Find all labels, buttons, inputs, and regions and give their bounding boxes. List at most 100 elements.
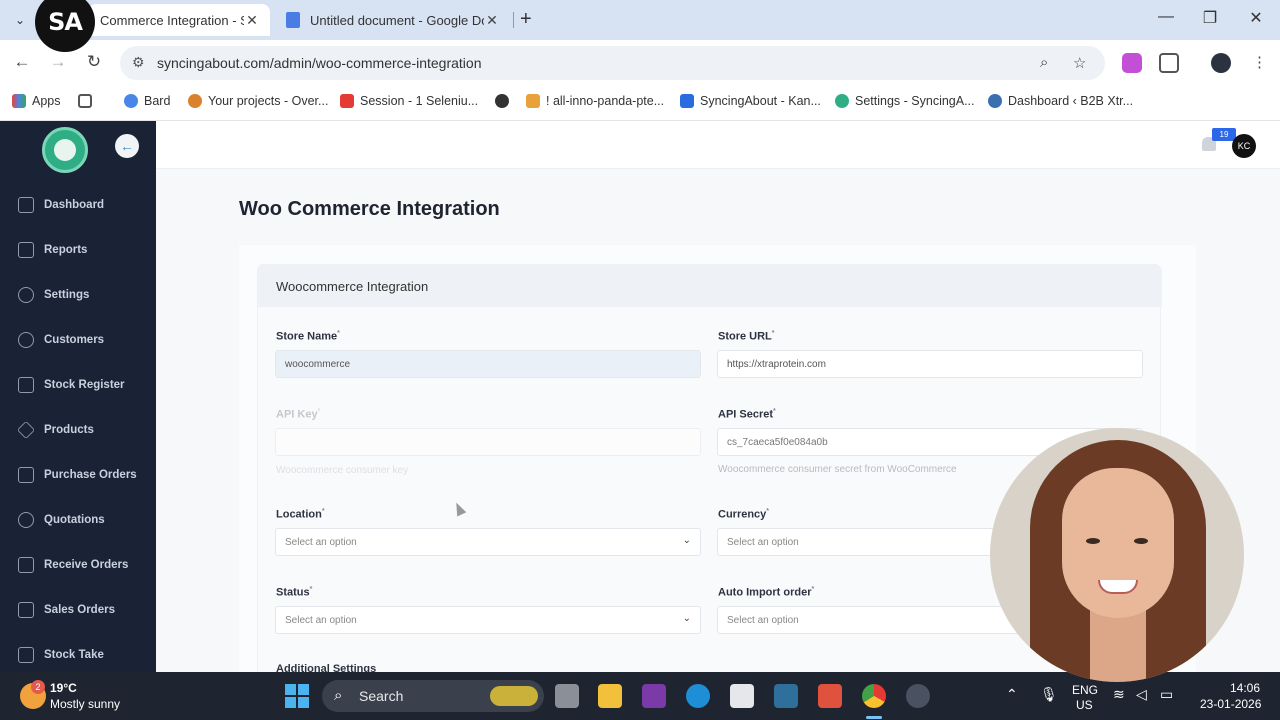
snipping-tool-icon[interactable]: [818, 684, 842, 708]
users-icon: [18, 332, 34, 348]
task-view-icon[interactable]: [555, 684, 579, 708]
sidebar-item-customers[interactable]: Customers: [18, 328, 104, 352]
cube-icon: [16, 420, 36, 440]
battery-icon[interactable]: ▭: [1160, 686, 1173, 703]
bookmark-globe[interactable]: [495, 94, 515, 108]
project-icon: [188, 94, 202, 108]
close-icon[interactable]: ✕: [484, 12, 500, 29]
youtube-icon: [340, 94, 354, 108]
bookmark-your-projects[interactable]: Your projects - Over...: [188, 94, 328, 108]
minimize-button[interactable]: —: [1156, 8, 1176, 26]
api-key-label: API Key*: [276, 408, 321, 421]
apps-grid-icon: [12, 94, 26, 108]
presenter-smile: [1098, 580, 1138, 594]
site-info-icon[interactable]: ⚙: [132, 54, 145, 71]
sidebar-item-receive-orders[interactable]: Receive Orders: [18, 553, 128, 577]
wordpress-icon: [988, 94, 1002, 108]
region-indicator[interactable]: US: [1076, 698, 1093, 712]
register-icon: [18, 377, 34, 393]
language-indicator[interactable]: ENG: [1072, 683, 1098, 697]
chevron-down-icon: ⌄: [682, 535, 691, 546]
sidebar-item-reports[interactable]: Reports: [18, 238, 87, 262]
webcam-overlay: [990, 428, 1244, 682]
presenter-face: [1062, 468, 1174, 618]
tab-title: Commerce Integration - S: [100, 12, 244, 28]
status-label: Status*: [276, 586, 313, 599]
location-label: Location*: [276, 508, 325, 521]
bookmark-dashboard[interactable]: Dashboard ‹ B2B Xtr...: [988, 94, 1133, 108]
address-bar[interactable]: ⚙ syncingabout.com/admin/woo-commerce-in…: [120, 46, 1105, 80]
bookmarks-bar: Apps Bard Your projects - Over... Sessio…: [0, 86, 1280, 121]
sidebar-item-settings[interactable]: Settings: [18, 283, 89, 307]
close-icon[interactable]: ✕: [244, 12, 260, 29]
volume-icon[interactable]: ◁: [1136, 686, 1147, 703]
shopping-bag-icon: [18, 467, 34, 483]
taskbar-search[interactable]: ⌕ Search: [322, 680, 544, 712]
api-key-input[interactable]: [275, 428, 701, 456]
store-url-label: Store URL*: [718, 330, 775, 343]
reload-button[interactable]: ↻: [83, 52, 105, 72]
sidebar-item-sales-orders[interactable]: Sales Orders: [18, 598, 115, 622]
obs-icon[interactable]: [906, 684, 930, 708]
bookmark-grid[interactable]: [78, 94, 98, 108]
temperature: 19°C: [50, 681, 77, 695]
user-avatar[interactable]: KC: [1232, 134, 1256, 158]
edge-icon[interactable]: [686, 684, 710, 708]
bookmark-settings[interactable]: Settings - SyncingA...: [835, 94, 975, 108]
extension-icon[interactable]: [1122, 53, 1142, 73]
onenote-icon[interactable]: [642, 684, 666, 708]
presenter-eye: [1086, 538, 1100, 544]
clock-time[interactable]: 14:06: [1230, 681, 1260, 695]
tab-divider: [513, 12, 514, 28]
sidebar-item-stock-register[interactable]: Stock Register: [18, 373, 125, 397]
bookmark-apps[interactable]: Apps: [12, 94, 61, 108]
store-name-input[interactable]: woocommerce: [275, 350, 701, 378]
store-icon[interactable]: [730, 684, 754, 708]
api-key-hint: Woocommerce consumer key: [276, 465, 409, 476]
bookmark-syncingabout-kanban[interactable]: SyncingAbout - Kan...: [680, 94, 821, 108]
extensions-puzzle-icon[interactable]: [1159, 53, 1179, 73]
sidebar-item-products[interactable]: Products: [16, 418, 94, 442]
chrome-icon[interactable]: [862, 684, 886, 708]
windows-start-icon[interactable]: [285, 684, 309, 708]
wifi-icon[interactable]: ≋: [1113, 686, 1125, 703]
sidebar-item-purchase-orders[interactable]: Purchase Orders: [18, 463, 137, 487]
notification-badge: 19: [1212, 128, 1236, 141]
grid-icon: [78, 94, 92, 108]
app-icon[interactable]: [774, 684, 798, 708]
sidebar-item-stock-take[interactable]: Stock Take: [18, 643, 104, 667]
presenter-eye: [1134, 538, 1148, 544]
location-select[interactable]: Select an option ⌄: [275, 528, 701, 556]
search-icon: ⌕: [334, 687, 343, 704]
sales-icon: [18, 602, 34, 618]
restore-button[interactable]: ❐: [1200, 8, 1220, 28]
tab-woo-commerce-integration[interactable]: Commerce Integration - S ✕: [88, 4, 270, 36]
bookmark-star-icon[interactable]: ☆: [1073, 54, 1086, 72]
zoom-icon[interactable]: ⌕: [1040, 54, 1048, 71]
status-select[interactable]: Select an option ⌄: [275, 606, 701, 634]
browser-menu-icon[interactable]: ⋮: [1252, 53, 1267, 71]
forward-button[interactable]: →: [47, 52, 69, 72]
window-close-button[interactable]: ✕: [1246, 8, 1266, 28]
tab-search-button[interactable]: ⌄: [10, 10, 30, 30]
collapse-sidebar-button[interactable]: ←: [115, 134, 139, 158]
bookmark-slack[interactable]: ! all-inno-panda-pte...: [526, 94, 664, 108]
sidebar-item-quotations[interactable]: Quotations: [18, 508, 105, 532]
back-button[interactable]: ←: [11, 52, 33, 72]
chevron-up-icon[interactable]: ⌃: [1006, 686, 1018, 703]
new-tab-button[interactable]: +: [520, 8, 532, 31]
tab-untitled-document[interactable]: Untitled document - Google Do ✕: [276, 4, 510, 36]
profile-avatar[interactable]: [1211, 53, 1231, 73]
file-explorer-icon[interactable]: [598, 684, 622, 708]
clock-date[interactable]: 23-01-2026: [1200, 697, 1261, 711]
bookmark-bard[interactable]: Bard: [124, 94, 170, 108]
app-logo[interactable]: [42, 127, 88, 173]
microphone-icon[interactable]: 🎙: [1040, 686, 1058, 703]
store-url-input[interactable]: https://xtraprotein.com: [717, 350, 1143, 378]
app-header: 19 KC: [156, 121, 1280, 169]
sidebar-item-dashboard[interactable]: Dashboard: [18, 193, 104, 217]
sidebar: ← Dashboard Reports Settings Customers S…: [0, 121, 156, 673]
url-text[interactable]: syncingabout.com/admin/woo-commerce-inte…: [157, 55, 481, 71]
bookmark-session[interactable]: Session - 1 Seleniu...: [340, 94, 478, 108]
weather-description: Mostly sunny: [50, 697, 121, 711]
